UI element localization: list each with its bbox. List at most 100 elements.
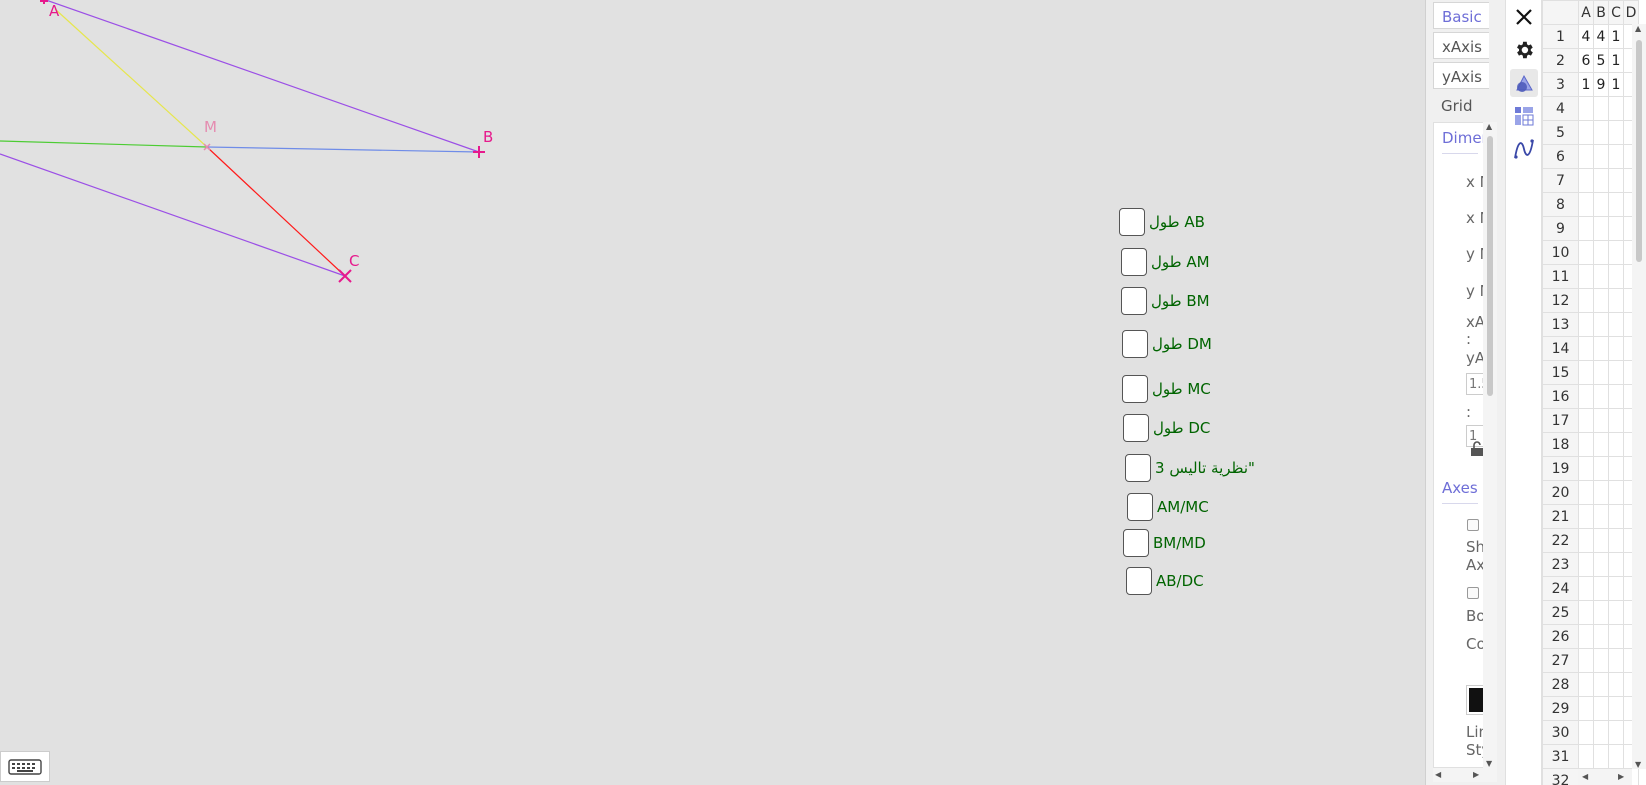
scroll-left-arrow[interactable]: ◀ <box>1435 770 1441 779</box>
spreadsheet-cell[interactable] <box>1608 120 1624 145</box>
row-header[interactable]: 18 <box>1542 432 1579 457</box>
spreadsheet-cell[interactable] <box>1608 264 1624 289</box>
spreadsheet-cell[interactable] <box>1608 552 1624 577</box>
spreadsheet-cell[interactable]: 1 <box>1578 72 1594 97</box>
point-b-marker[interactable] <box>473 146 485 158</box>
spreadsheet-cell[interactable] <box>1578 648 1594 673</box>
graphics-view-icon[interactable] <box>1510 69 1538 97</box>
spreadsheet-cell[interactable] <box>1593 576 1609 601</box>
spreadsheet-cell[interactable] <box>1593 336 1609 361</box>
spreadsheet-cell[interactable] <box>1593 648 1609 673</box>
spreadsheet-cell[interactable]: 4 <box>1593 24 1609 49</box>
spreadsheet-cell[interactable]: 1 <box>1608 72 1624 97</box>
row-header[interactable]: 28 <box>1542 672 1579 697</box>
column-header[interactable]: A <box>1578 0 1594 25</box>
checkbox-ratio-ab-dc[interactable]: AB/DC <box>1126 566 1204 596</box>
spreadsheet-cell[interactable] <box>1593 720 1609 745</box>
spreadsheet-cell[interactable] <box>1593 120 1609 145</box>
spreadsheet-cell[interactable] <box>1593 744 1609 769</box>
segment-ac[interactable] <box>0 153 346 277</box>
checkbox-thales-theorem[interactable]: نظرية تاليس 3" <box>1125 453 1255 483</box>
tab-basic[interactable]: Basic <box>1433 2 1489 29</box>
spreadsheet-cell[interactable] <box>1578 96 1594 121</box>
spreadsheet-cell[interactable] <box>1608 696 1624 721</box>
row-header[interactable]: 24 <box>1542 576 1579 601</box>
tab-xaxis[interactable]: xAxis <box>1433 32 1489 59</box>
checkbox-box[interactable] <box>1127 493 1153 521</box>
segment-mb[interactable] <box>206 146 480 153</box>
row-header[interactable]: 27 <box>1542 648 1579 673</box>
spreadsheet-cell[interactable] <box>1608 168 1624 193</box>
checkbox-box[interactable] <box>1122 330 1148 358</box>
line-green[interactable] <box>0 140 208 148</box>
spreadsheet-cell[interactable] <box>1578 528 1594 553</box>
checkbox-box[interactable] <box>1123 529 1149 557</box>
spreadsheet-cell[interactable] <box>1593 216 1609 241</box>
spreadsheet-cell[interactable] <box>1608 480 1624 505</box>
spreadsheet-cell[interactable] <box>1578 264 1594 289</box>
checkbox-box[interactable] <box>1123 414 1149 442</box>
checkbox-length-am[interactable]: طول AM <box>1121 247 1210 277</box>
spreadsheet-cell[interactable] <box>1593 240 1609 265</box>
row-header[interactable]: 2 <box>1542 48 1579 73</box>
spreadsheet-cell[interactable] <box>1578 576 1594 601</box>
spreadsheet-cell[interactable]: 5 <box>1593 48 1609 73</box>
column-header[interactable]: D <box>1623 0 1639 25</box>
spreadsheet-cell[interactable] <box>1578 312 1594 337</box>
row-header[interactable]: 5 <box>1542 120 1579 145</box>
row-header[interactable]: 15 <box>1542 360 1579 385</box>
spreadsheet-cell[interactable] <box>1593 288 1609 313</box>
tab-grid[interactable]: Grid <box>1433 92 1489 119</box>
checkbox-box[interactable] <box>1126 567 1152 595</box>
spreadsheet-cell[interactable] <box>1578 480 1594 505</box>
row-header[interactable]: 8 <box>1542 192 1579 217</box>
row-header[interactable]: 11 <box>1542 264 1579 289</box>
row-header[interactable]: 20 <box>1542 480 1579 505</box>
spreadsheet-cell[interactable]: 4 <box>1578 24 1594 49</box>
spreadsheet-cell[interactable] <box>1578 336 1594 361</box>
scrollbar-thumb[interactable] <box>1487 136 1493 396</box>
spreadsheet-cell[interactable] <box>1578 456 1594 481</box>
spreadsheet-cell[interactable] <box>1608 744 1624 769</box>
close-icon[interactable] <box>1510 3 1538 31</box>
scrollbar-thumb[interactable] <box>1636 40 1642 262</box>
spreadsheet-cell[interactable] <box>1593 408 1609 433</box>
row-header[interactable]: 26 <box>1542 624 1579 649</box>
checkbox-length-dm[interactable]: طول DM <box>1122 329 1212 359</box>
tab-yaxis[interactable]: yAxis <box>1433 62 1489 89</box>
spreadsheet-cell[interactable] <box>1578 672 1594 697</box>
scroll-up-arrow[interactable]: ▲ <box>1486 122 1492 131</box>
checkbox-ratio-bm-md[interactable]: BM/MD <box>1123 528 1206 558</box>
scroll-up-arrow[interactable]: ▲ <box>1635 24 1641 33</box>
row-header[interactable]: 16 <box>1542 384 1579 409</box>
spreadsheet-cell[interactable] <box>1593 480 1609 505</box>
spreadsheet-cell[interactable] <box>1593 624 1609 649</box>
row-header[interactable]: 6 <box>1542 144 1579 169</box>
spreadsheet-cell[interactable] <box>1578 600 1594 625</box>
spreadsheet-cell[interactable] <box>1608 432 1624 457</box>
point-c-marker[interactable] <box>338 269 352 283</box>
properties-hscrollbar[interactable]: ◀ ▶ <box>1433 768 1497 782</box>
spreadsheet-cell[interactable] <box>1593 552 1609 577</box>
spreadsheet-cell[interactable] <box>1608 336 1624 361</box>
segment-ab[interactable] <box>45 0 480 153</box>
spreadsheet-cell[interactable] <box>1578 720 1594 745</box>
spreadsheet-cell[interactable] <box>1593 696 1609 721</box>
row-header[interactable]: 13 <box>1542 312 1579 337</box>
spreadsheet-cell[interactable] <box>1608 384 1624 409</box>
row-header[interactable]: 29 <box>1542 696 1579 721</box>
spreadsheet-cell[interactable] <box>1608 408 1624 433</box>
spreadsheet-cell[interactable] <box>1593 600 1609 625</box>
spreadsheet-view-icon[interactable] <box>1510 102 1538 130</box>
scroll-right-arrow[interactable]: ▶ <box>1473 770 1479 779</box>
spreadsheet-cell[interactable] <box>1608 360 1624 385</box>
checkbox-box[interactable] <box>1121 287 1147 315</box>
row-header[interactable]: 30 <box>1542 720 1579 745</box>
scroll-left-arrow[interactable]: ◀ <box>1582 772 1588 781</box>
checkbox-box[interactable] <box>1121 248 1147 276</box>
spreadsheet-cell[interactable] <box>1608 672 1624 697</box>
spreadsheet-cell[interactable]: 1 <box>1608 24 1624 49</box>
spreadsheet-cell[interactable] <box>1593 432 1609 457</box>
spreadsheet-cell[interactable] <box>1593 96 1609 121</box>
checkbox-length-dc[interactable]: طول DC <box>1123 413 1210 443</box>
